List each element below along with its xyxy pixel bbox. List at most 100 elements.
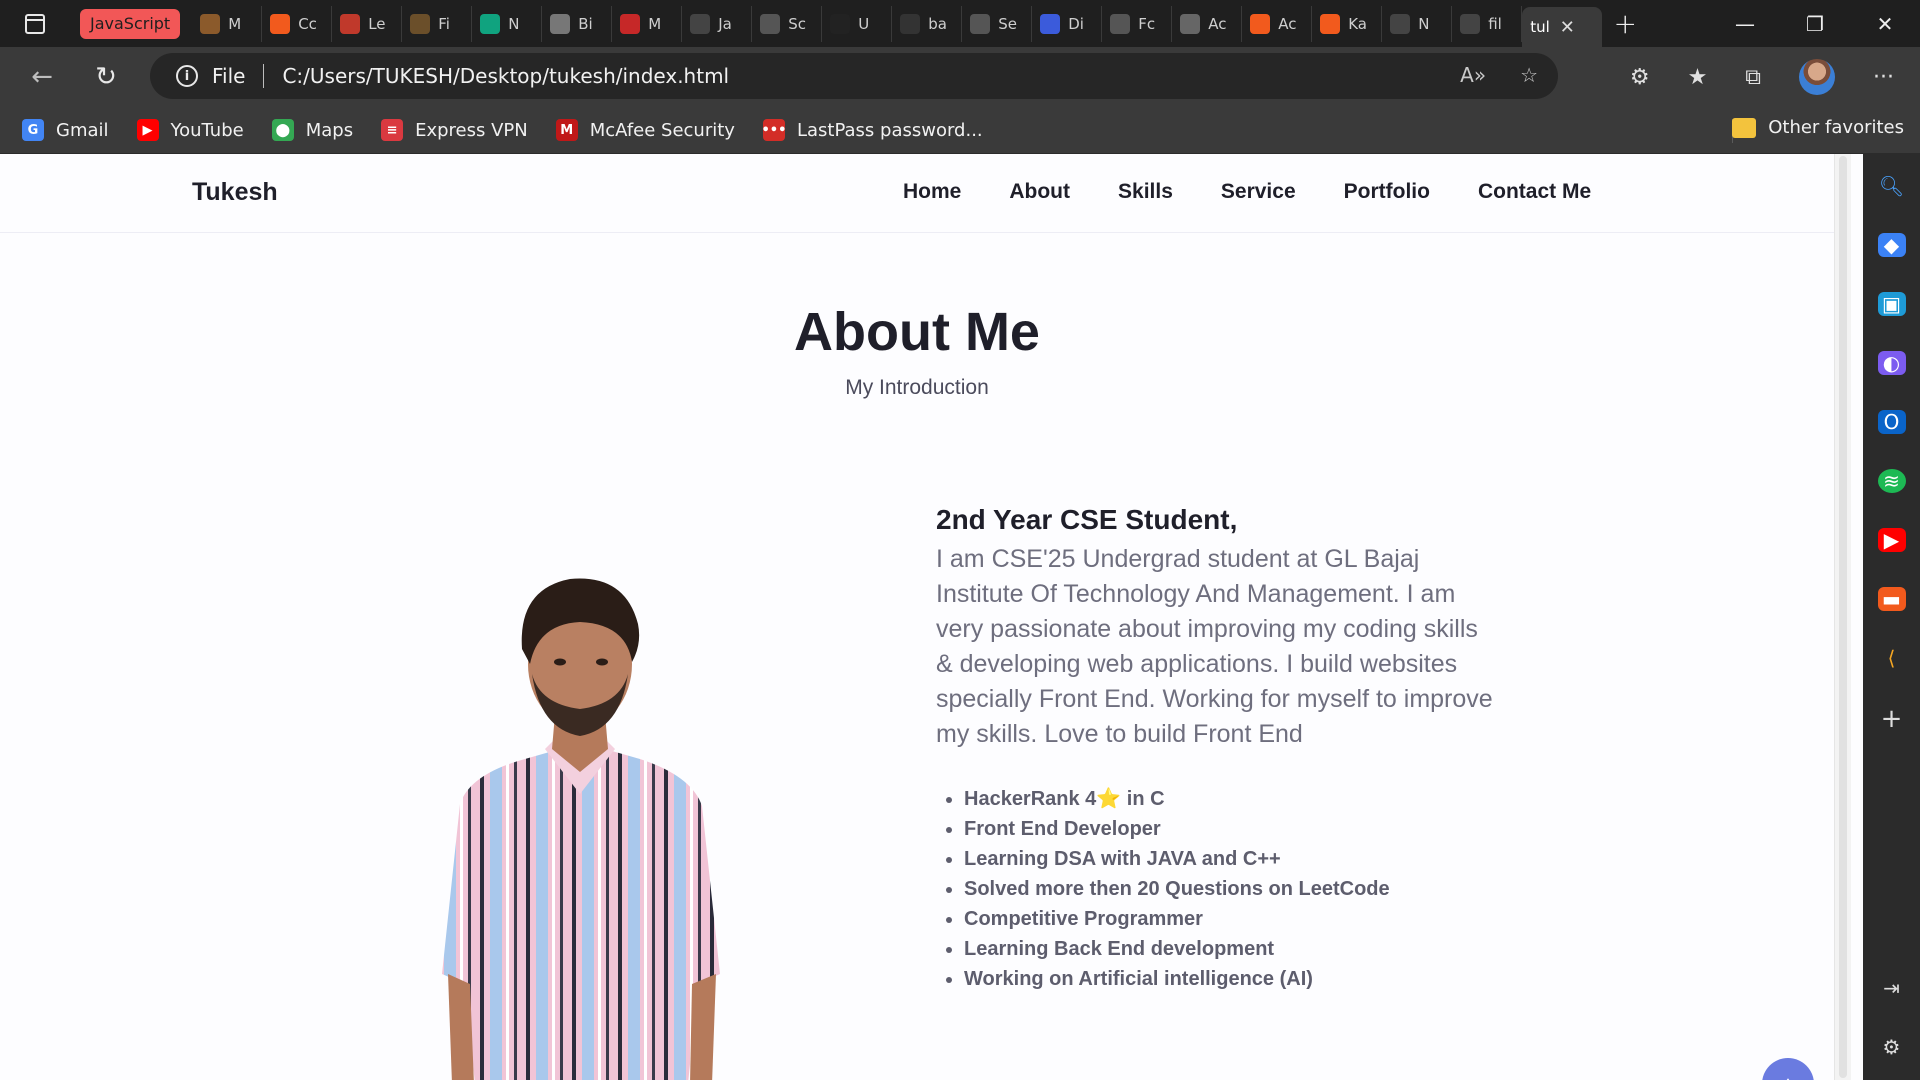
address-protocol: File [212, 64, 246, 88]
reload-button[interactable]: ↻ [78, 52, 134, 102]
favorites-icon[interactable]: ★ [1688, 65, 1708, 90]
new-tab-button[interactable]: + [1602, 4, 1648, 44]
info-icon[interactable]: i [176, 65, 198, 87]
tab-favicon-icon [200, 13, 221, 34]
star-icon: ⭐ [1096, 788, 1122, 810]
tab-label: U [858, 14, 870, 33]
tab-label: Sc [788, 14, 806, 33]
tab-group-chip[interactable]: JavaScript [80, 8, 181, 39]
shopping-tag-icon[interactable]: ◆ [1877, 233, 1906, 257]
bookmark-label: Express VPN [415, 119, 528, 141]
collections-icon[interactable]: ⧉ [1745, 65, 1761, 90]
tab-item[interactable]: fil [1452, 5, 1523, 42]
tab-item[interactable]: Ka [1312, 5, 1383, 42]
bookmark-item[interactable]: M McAfee Security [555, 119, 735, 141]
about-content: 2nd Year CSE Student, I am CSE'25 Underg… [936, 504, 1496, 994]
tab-label: ba [928, 14, 947, 33]
tab-label: Ja [718, 14, 732, 33]
minimize-icon[interactable]: — [1710, 0, 1780, 47]
tab-item[interactable]: M [192, 5, 263, 42]
profile-avatar[interactable] [1799, 59, 1836, 95]
hide-sidebar-icon[interactable]: ⇥ [1878, 976, 1906, 1000]
tab-actions-icon [25, 13, 45, 34]
tab-favicon-icon [410, 13, 431, 34]
tab-item[interactable]: M [612, 5, 683, 42]
arrow-up-icon: ↑ [1782, 1069, 1795, 1080]
tab-label: Ka [1348, 14, 1367, 33]
bookmark-item[interactable]: G Gmail [22, 119, 109, 141]
tab-label: fil [1488, 14, 1502, 33]
search-icon[interactable]: 🔍︎ [1878, 174, 1906, 198]
restore-icon[interactable]: ❐ [1780, 0, 1850, 47]
tab-favicon-icon [1110, 13, 1131, 34]
nav-link-home[interactable]: Home [903, 180, 961, 204]
nav-link-skills[interactable]: Skills [1118, 180, 1173, 204]
highlight-item: Working on Artificial intelligence (AI) [964, 964, 1496, 994]
settings-icon[interactable]: ⚙ [1878, 1035, 1906, 1059]
nav-link-about[interactable]: About [1009, 180, 1070, 204]
address-url[interactable]: C:/Users/TUKESH/Desktop/tukesh/index.htm… [282, 64, 729, 88]
highlight-item: Solved more then 20 Questions on LeetCod… [964, 874, 1496, 904]
tab-item[interactable]: ba [892, 5, 963, 42]
bookmark-list: G Gmail ▶ YouTube ⬤ Maps ≡ Express VPN M McAfee S… [0, 119, 989, 141]
back-button[interactable]: ← [14, 52, 70, 102]
spotify-icon[interactable]: ≋ [1877, 469, 1906, 493]
tab-favicon-icon [1040, 13, 1061, 34]
tab-item[interactable]: Ac [1242, 5, 1313, 42]
tools-icon[interactable]: ▣ [1877, 292, 1906, 316]
tab-item[interactable]: U [822, 5, 893, 42]
outlook-icon[interactable]: O [1877, 410, 1906, 434]
site-logo[interactable]: Tukesh [192, 178, 278, 207]
tab-item[interactable]: N [472, 5, 543, 42]
nav-link-service[interactable]: Service [1221, 180, 1296, 204]
close-tab-icon[interactable]: ✕ [1560, 17, 1575, 38]
tab-item[interactable]: N [1382, 5, 1453, 42]
highlight-text: Learning DSA with JAVA and C++ [964, 848, 1281, 870]
tab-item[interactable]: Fi [402, 5, 473, 42]
highlights-list: HackerRank 4⭐ in C Front End Developer Lea… [936, 784, 1496, 994]
read-aloud-icon[interactable]: A» [1460, 63, 1486, 87]
tab-item[interactable]: Fc [1102, 5, 1173, 42]
leetcode-icon[interactable]: ⟨ [1878, 646, 1906, 670]
youtube-icon[interactable]: ▶ [1877, 528, 1906, 552]
more-menu-icon[interactable]: ··· [1873, 65, 1894, 90]
nav-link-portfolio[interactable]: Portfolio [1344, 180, 1430, 204]
tab-item[interactable]: Cc [262, 5, 333, 42]
tab-item[interactable]: Di [1032, 5, 1103, 42]
add-sidebar-app-icon[interactable]: + [1878, 704, 1906, 734]
highlight-text: Solved more then 20 Questions on LeetCod… [964, 878, 1390, 900]
codechef-icon[interactable]: ▬ [1877, 587, 1906, 611]
expressvpn-icon: ≡ [381, 119, 404, 141]
tab-item[interactable]: Bi [542, 5, 613, 42]
other-favorites[interactable]: Other favorites [1732, 117, 1904, 138]
browser-toolbar: ← ↻ i File C:/Users/TUKESH/Desktop/tukes… [0, 47, 1920, 107]
copilot-icon[interactable]: ◐ [1877, 351, 1906, 375]
bookmark-item[interactable]: ≡ Express VPN [381, 119, 528, 141]
tab-item[interactable]: Le [332, 5, 403, 42]
tab-item[interactable]: Ja [682, 5, 753, 42]
bookmark-label: YouTube [170, 119, 244, 141]
tab-favicon-icon [550, 13, 571, 34]
tab-actions-button[interactable] [0, 0, 70, 47]
scroll-up-button[interactable]: ↑ [1762, 1058, 1814, 1080]
tab-favicon-icon [1460, 13, 1481, 34]
tab-favicon-icon [760, 13, 781, 34]
tab-item[interactable]: Ac [1172, 5, 1243, 42]
tab-label: Bi [578, 14, 593, 33]
tab-label: N [1418, 14, 1430, 33]
nav-link-contact-me[interactable]: Contact Me [1478, 180, 1591, 204]
extensions-icon[interactable]: ⚙ [1630, 65, 1650, 90]
tab-active[interactable]: tul ✕ [1522, 7, 1603, 47]
bookmark-item[interactable]: ••• LastPass password... [762, 119, 983, 141]
add-favorite-icon[interactable]: ☆ [1520, 63, 1538, 87]
bookmarks-bar: G Gmail ▶ YouTube ⬤ Maps ≡ Express VPN M McAfee S… [0, 107, 1920, 154]
close-window-icon[interactable]: ✕ [1850, 0, 1920, 47]
address-bar[interactable]: i File C:/Users/TUKESH/Desktop/tukesh/in… [150, 53, 1558, 99]
scrollbar-thumb[interactable] [1839, 156, 1847, 1078]
tab-label: Le [368, 14, 386, 33]
bookmark-item[interactable]: ▶ YouTube [136, 119, 244, 141]
google-icon: G [22, 119, 44, 141]
bookmark-item[interactable]: ⬤ Maps [271, 119, 353, 141]
tab-item[interactable]: Sc [752, 5, 823, 42]
tab-item[interactable]: Se [962, 5, 1033, 42]
